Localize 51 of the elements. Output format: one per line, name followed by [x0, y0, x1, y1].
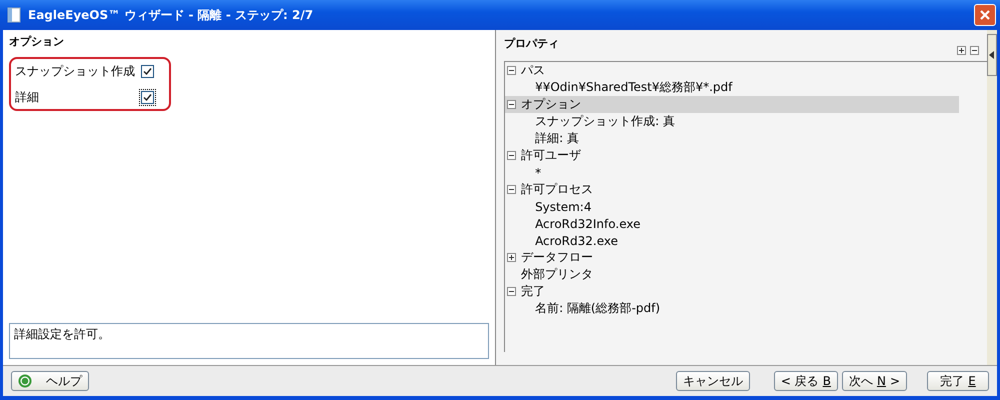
tree-node[interactable]: データフロー: [505, 249, 960, 266]
tree-leaf-label: ¥¥Odin¥SharedTest¥総務部¥*.pdf: [535, 79, 732, 96]
check-icon: [143, 66, 152, 76]
wizard-button[interactable]: 次へ N >: [842, 371, 907, 391]
close-icon: [979, 9, 991, 21]
collapse-icon[interactable]: [507, 185, 516, 194]
expand-all-icon[interactable]: [957, 46, 966, 55]
wizard-button[interactable]: 完了 E: [927, 371, 989, 391]
tree-node[interactable]: オプション: [505, 96, 960, 113]
tree-leaf-label: AcroRd32Info.exe: [535, 216, 640, 230]
collapse-icon[interactable]: [507, 100, 516, 109]
collapse-icon[interactable]: [507, 287, 516, 296]
tree-node[interactable]: 完了: [505, 283, 960, 300]
tree-leaf-label: 名前: 隔離(総務部-pdf): [535, 300, 660, 317]
help-button[interactable]: ヘルプ: [11, 371, 89, 391]
tree-node[interactable]: 許可プロセス: [505, 181, 960, 198]
tree-node-label: データフロー: [521, 249, 594, 266]
section-heading: プロパティ: [504, 36, 560, 51]
expand-icon[interactable]: [507, 253, 516, 262]
description-box: 詳細設定を許可。: [9, 323, 490, 359]
tree-node-label: 許可ユーザ: [521, 147, 582, 164]
tree-leaf-label: 詳細: 真: [535, 130, 579, 147]
tree-node-label: 外部プリンタ: [521, 266, 594, 283]
tree-node-label: 完了: [521, 283, 546, 300]
tree-node[interactable]: 外部プリンタ: [505, 266, 960, 283]
tree-node-label: オプション: [521, 96, 582, 113]
tree-node[interactable]: 許可ユーザ: [505, 147, 960, 164]
help-icon: [18, 374, 32, 388]
panel-collapse-handle[interactable]: [987, 34, 997, 76]
tree-leaf-label: AcroRd32.exe: [535, 234, 618, 248]
option-label: 詳細: [15, 89, 40, 105]
window-title: EagleEyeOS™ ウィザード - 隔離 - ステップ: 2/7: [28, 6, 314, 24]
tree-leaf-label: スナップショット作成: 真: [535, 113, 675, 130]
tree-leaf-label: System:4: [535, 200, 592, 214]
collapse-icon[interactable]: [507, 151, 516, 160]
wizard-button[interactable]: キャンセル: [676, 371, 750, 391]
collapse-icon[interactable]: [507, 66, 516, 75]
check-icon: [143, 92, 152, 102]
left-arrow-icon: [989, 51, 996, 59]
tree-leaf-label: *: [535, 166, 542, 180]
document-icon: [6, 7, 22, 23]
collapse-all-icon[interactable]: [970, 46, 980, 55]
section-heading: オプション: [9, 34, 65, 49]
tree-node-label: パス: [521, 62, 546, 79]
checkbox[interactable]: [139, 62, 156, 80]
wizard-button[interactable]: < 戻る B: [774, 371, 838, 391]
option-label: スナップショット作成: [15, 63, 133, 79]
close-button[interactable]: [974, 4, 996, 26]
tree-node-label: 許可プロセス: [521, 181, 594, 198]
tree-node[interactable]: パス: [505, 62, 960, 79]
checkbox[interactable]: [139, 88, 156, 106]
